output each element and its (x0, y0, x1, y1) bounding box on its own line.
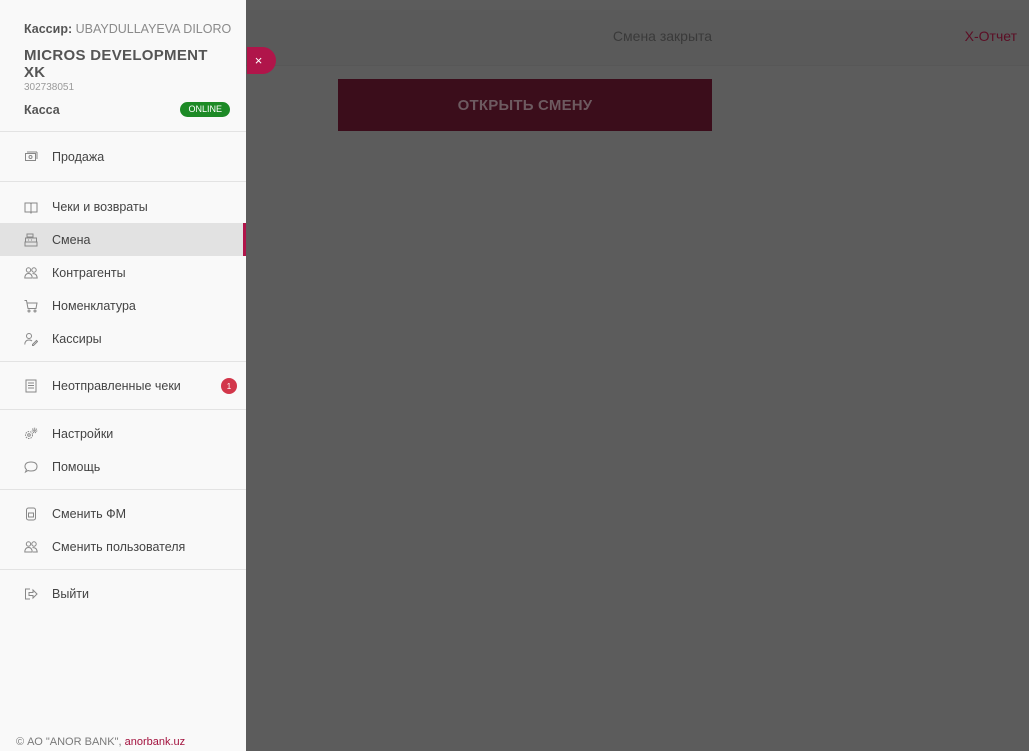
footer: © АО "ANOR BANK", anorbank.uz (16, 736, 185, 748)
menu-item-contractors[interactable]: Контрагенты (0, 256, 246, 289)
open-shift-button[interactable]: ОТКРЫТЬ СМЕНУ (338, 79, 712, 131)
menu-item-shift[interactable]: Смена (0, 223, 246, 256)
user-edit-icon (24, 332, 38, 346)
menu-label: Продажа (52, 149, 105, 164)
kassa-row: Касса ONLINE (24, 102, 230, 117)
menu-item-unsent-receipts[interactable]: Неотправленные чеки 1 (0, 369, 246, 402)
menu-item-sale[interactable]: Продажа (0, 140, 246, 173)
menu-item-receipts[interactable]: Чеки и возвраты (0, 190, 246, 223)
menu-item-help[interactable]: Помощь (0, 450, 246, 483)
footer-link[interactable]: anorbank.uz (125, 736, 186, 748)
company-inn: 302738051 (24, 82, 75, 93)
device-icon (24, 507, 38, 521)
users-icon (24, 266, 38, 280)
menu-label: Контрагенты (52, 265, 126, 280)
menu-label: Номенклатура (52, 298, 136, 313)
gears-icon (24, 427, 38, 441)
cashier-label: Кассир: (24, 22, 73, 36)
footer-copyright: © АО "ANOR BANK", (16, 736, 122, 748)
sidebar-header: Кассир: UBAYDULLAYEVA DILOROMX MICROS DE… (0, 0, 246, 117)
menu-item-cashiers[interactable]: Кассиры (0, 322, 246, 355)
logout-icon (24, 587, 38, 601)
menu-label: Сменить ФМ (52, 506, 127, 521)
menu-label: Чеки и возвраты (52, 199, 148, 214)
shift-status: Смена закрыта (612, 28, 713, 44)
company-name: MICROS DEVELOPMENT XK (24, 47, 208, 81)
menu-item-change-user[interactable]: Сменить пользователя (0, 530, 246, 563)
menu-item-nomenclature[interactable]: Номенклатура (0, 289, 246, 322)
menu-label: Выйти (52, 586, 90, 601)
close-sidebar-button[interactable]: × (247, 47, 276, 74)
top-bar: Смена закрыта X-Отчет (246, 10, 1029, 66)
menu-label: Смена (52, 232, 91, 247)
x-report-link[interactable]: X-Отчет (965, 28, 1017, 44)
cart-icon (24, 299, 38, 313)
chat-bubble-icon (24, 460, 38, 474)
menu-label: Неотправленные чеки (52, 378, 181, 393)
menu-label: Сменить пользователя (52, 539, 186, 554)
menu-label: Помощь (52, 459, 101, 474)
menu-item-settings[interactable]: Настройки (0, 417, 246, 450)
menu-label: Кассиры (52, 331, 102, 346)
book-icon (24, 200, 38, 214)
cashier-name: UBAYDULLAYEVA DILOROMX (75, 22, 232, 36)
sidebar: Кассир: UBAYDULLAYEVA DILOROMX MICROS DE… (0, 0, 246, 751)
menu-item-change-fm[interactable]: Сменить ФМ (0, 497, 246, 530)
document-icon (24, 379, 38, 393)
close-icon: × (254, 53, 263, 68)
users-icon (24, 540, 38, 554)
kassa-label: Касса (24, 102, 60, 117)
cash-register-icon (24, 233, 38, 247)
online-status-badge: ONLINE (180, 102, 230, 117)
money-icon (24, 150, 38, 164)
cashier-info: Кассир: UBAYDULLAYEVA DILOROMX (24, 22, 232, 36)
menu-label: Настройки (52, 426, 114, 441)
menu-item-logout[interactable]: Выйти (0, 577, 246, 610)
unsent-count-badge: 1 (221, 378, 237, 394)
